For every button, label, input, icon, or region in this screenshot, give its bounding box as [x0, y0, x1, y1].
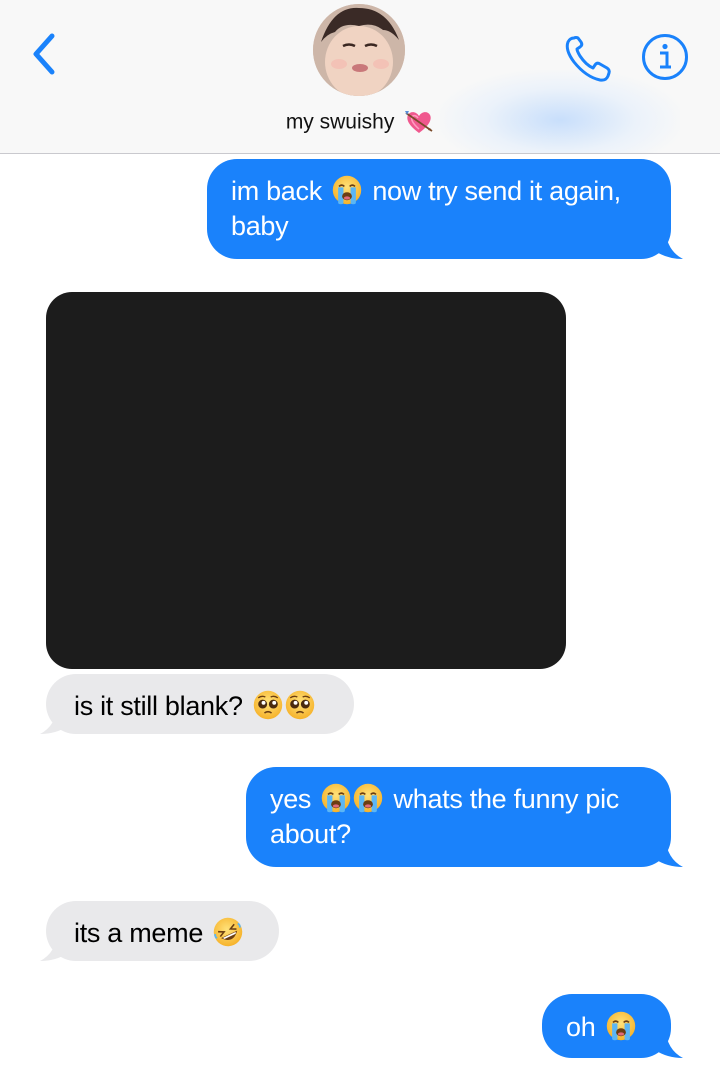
contact-name[interactable]: my swuishy — [0, 108, 720, 136]
info-button[interactable] — [640, 32, 690, 82]
sent-message-bubble[interactable]: yes whats the funny pic about? — [246, 767, 671, 867]
message-text: about? — [270, 819, 351, 849]
loudly-crying-face-icon — [320, 782, 352, 814]
received-bubble-tail — [40, 931, 68, 961]
avatar[interactable] — [313, 4, 405, 96]
message-text: oh — [566, 1012, 596, 1042]
message-text: now try send it again, — [372, 176, 621, 206]
pleading-face-icon — [284, 689, 316, 721]
pleading-face-icon — [252, 689, 284, 721]
contact-name-text: my swuishy — [285, 110, 395, 134]
conversation-header: my swuishy — [0, 0, 720, 154]
sent-bubble-tail — [655, 229, 683, 259]
message-text: baby — [231, 211, 289, 241]
sent-bubble-tail — [655, 1028, 683, 1058]
message-text: is it still blank? — [74, 691, 243, 721]
sent-message-bubble[interactable]: im back now try send it again, baby — [207, 159, 671, 259]
message-text: whats the funny pic — [393, 784, 620, 814]
message-text: yes — [270, 784, 312, 814]
received-bubble-tail — [40, 704, 68, 734]
chevron-left-icon — [33, 33, 55, 75]
loudly-crying-face-icon — [352, 782, 384, 814]
rolling-on-the-floor-laughing-icon — [212, 916, 244, 948]
received-message-bubble[interactable]: is it still blank? — [46, 674, 354, 734]
info-icon — [642, 34, 688, 80]
received-image-message[interactable] — [46, 292, 566, 669]
sent-message-bubble[interactable]: oh — [542, 994, 671, 1058]
avatar-photo — [313, 4, 405, 96]
back-button[interactable] — [22, 30, 66, 78]
message-text: its a meme — [74, 918, 204, 948]
received-message-bubble[interactable]: its a meme — [46, 901, 279, 961]
message-text: im back — [231, 176, 322, 206]
sent-bubble-tail — [655, 837, 683, 867]
phone-icon — [565, 36, 611, 82]
call-button[interactable] — [560, 30, 616, 86]
heart-with-arrow-icon — [405, 111, 433, 134]
loudly-crying-face-icon — [331, 174, 363, 206]
loudly-crying-face-icon — [605, 1010, 637, 1042]
